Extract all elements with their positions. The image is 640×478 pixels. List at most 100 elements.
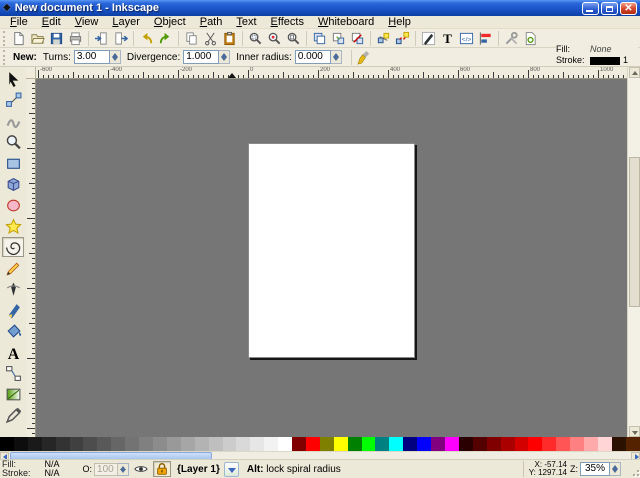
turns-spinbox[interactable]: 3.00	[74, 50, 121, 64]
palette-swatch[interactable]	[528, 437, 542, 451]
palette-swatch[interactable]	[431, 437, 445, 451]
preferences-button[interactable]	[502, 30, 521, 47]
titlebar[interactable]: ◆ New document 1 - Inkscape ✕	[0, 0, 640, 16]
zoom-page-button[interactable]	[284, 30, 303, 47]
palette-swatch[interactable]	[278, 437, 292, 451]
group-button[interactable]	[374, 30, 393, 47]
spinner[interactable]	[219, 50, 230, 64]
new-button[interactable]	[9, 30, 28, 47]
palette-swatch[interactable]	[501, 437, 515, 451]
palette-swatch[interactable]	[0, 437, 14, 451]
spin-down-icon[interactable]	[110, 57, 120, 63]
resize-grip[interactable]	[629, 461, 639, 477]
ellipse-tool-button[interactable]	[2, 195, 24, 215]
layer-dropdown-button[interactable]	[224, 462, 239, 477]
zoom-selection-button[interactable]	[246, 30, 265, 47]
tweak-tool-button[interactable]	[2, 111, 24, 131]
palette-swatch[interactable]	[584, 437, 598, 451]
menu-help[interactable]: Help	[381, 16, 418, 29]
palette-swatch[interactable]	[320, 437, 334, 451]
redo-button[interactable]	[156, 30, 175, 47]
ungroup-button[interactable]	[393, 30, 412, 47]
pencil-tool-button[interactable]	[2, 258, 24, 278]
vertical-scroll-thumb[interactable]	[629, 157, 640, 307]
import-button[interactable]	[92, 30, 111, 47]
duplicate-button[interactable]	[310, 30, 329, 47]
palette-swatch[interactable]	[570, 437, 584, 451]
text-dialog-button[interactable]: T	[438, 30, 457, 47]
save-button[interactable]	[47, 30, 66, 47]
palette-swatch[interactable]	[14, 437, 28, 451]
option-value[interactable]: 0.000	[295, 50, 331, 64]
palette-swatch[interactable]	[83, 437, 97, 451]
document-page[interactable]	[248, 143, 415, 358]
spiral-tool-button[interactable]	[2, 237, 24, 257]
copy-button[interactable]	[182, 30, 201, 47]
palette-swatch[interactable]	[389, 437, 403, 451]
vertical-scrollbar[interactable]	[627, 67, 640, 437]
palette-swatch[interactable]	[125, 437, 139, 451]
unlink-clone-button[interactable]	[348, 30, 367, 47]
clone-button[interactable]	[329, 30, 348, 47]
palette-swatch[interactable]	[97, 437, 111, 451]
palette-swatch[interactable]	[459, 437, 473, 451]
text-tool-button[interactable]: A	[2, 342, 24, 362]
palette-scrollbar[interactable]	[0, 451, 640, 459]
toolbar-grip[interactable]	[3, 50, 6, 65]
menu-file[interactable]: File	[3, 16, 35, 29]
paste-button[interactable]	[220, 30, 239, 47]
menu-view[interactable]: View	[68, 16, 106, 29]
zoom-spinner[interactable]	[610, 462, 621, 476]
open-button[interactable]	[28, 30, 47, 47]
menu-layer[interactable]: Layer	[105, 16, 147, 29]
palette-swatch[interactable]	[153, 437, 167, 451]
fill-stroke-dialog-button[interactable]	[419, 30, 438, 47]
canvas[interactable]	[36, 79, 627, 437]
palette-swatch[interactable]	[236, 437, 250, 451]
dropper-tool-button[interactable]	[2, 405, 24, 425]
spin-down-icon[interactable]	[331, 57, 341, 63]
gradient-tool-button[interactable]	[2, 384, 24, 404]
menu-text[interactable]: Text	[229, 16, 263, 29]
menu-whiteboard[interactable]: Whiteboard	[311, 16, 381, 29]
spin-down-icon[interactable]	[118, 469, 128, 475]
palette-swatch[interactable]	[417, 437, 431, 451]
palette-swatch[interactable]	[292, 437, 306, 451]
xml-editor-button[interactable]: </>	[457, 30, 476, 47]
connector-tool-button[interactable]	[2, 363, 24, 383]
palette-swatch[interactable]	[515, 437, 529, 451]
spinner[interactable]	[110, 50, 121, 64]
horizontal-ruler[interactable]: -600-400-20002004006008001000	[36, 67, 627, 79]
scroll-up-icon[interactable]	[629, 67, 640, 78]
palette-swatch[interactable]	[42, 437, 56, 451]
box3d-tool-button[interactable]	[2, 174, 24, 194]
minimize-button[interactable]	[582, 2, 599, 15]
spin-down-icon[interactable]	[610, 469, 620, 475]
stroke-width-value[interactable]: 1	[623, 55, 628, 66]
palette-swatch[interactable]	[348, 437, 362, 451]
option-value[interactable]: 1.000	[183, 50, 219, 64]
palette-swatch[interactable]	[445, 437, 459, 451]
zoom-value[interactable]: 35%	[580, 462, 610, 476]
current-layer-name[interactable]: {Layer 1}	[177, 464, 220, 475]
palette-swatch[interactable]	[598, 437, 612, 451]
palette-swatch[interactable]	[612, 437, 626, 451]
palette-swatch[interactable]	[167, 437, 181, 451]
innerradius-spinbox[interactable]: 0.000	[295, 50, 342, 64]
selector-tool-button[interactable]	[2, 69, 24, 89]
paint-bucket-tool-button[interactable]	[2, 321, 24, 341]
zoom-tool-button[interactable]	[2, 132, 24, 152]
menu-object[interactable]: Object	[147, 16, 193, 29]
scroll-down-icon[interactable]	[629, 426, 640, 437]
toolbar-grip[interactable]	[3, 31, 6, 46]
zoom-drawing-button[interactable]	[265, 30, 284, 47]
spinner[interactable]	[331, 50, 342, 64]
palette-swatch[interactable]	[264, 437, 278, 451]
layer-visibility-button[interactable]	[132, 461, 150, 477]
menu-effects[interactable]: Effects	[264, 16, 311, 29]
palette-swatch[interactable]	[375, 437, 389, 451]
palette-swatch[interactable]	[487, 437, 501, 451]
palette-swatch[interactable]	[334, 437, 348, 451]
palette-swatch[interactable]	[223, 437, 237, 451]
opacity-spinner[interactable]	[118, 463, 129, 476]
